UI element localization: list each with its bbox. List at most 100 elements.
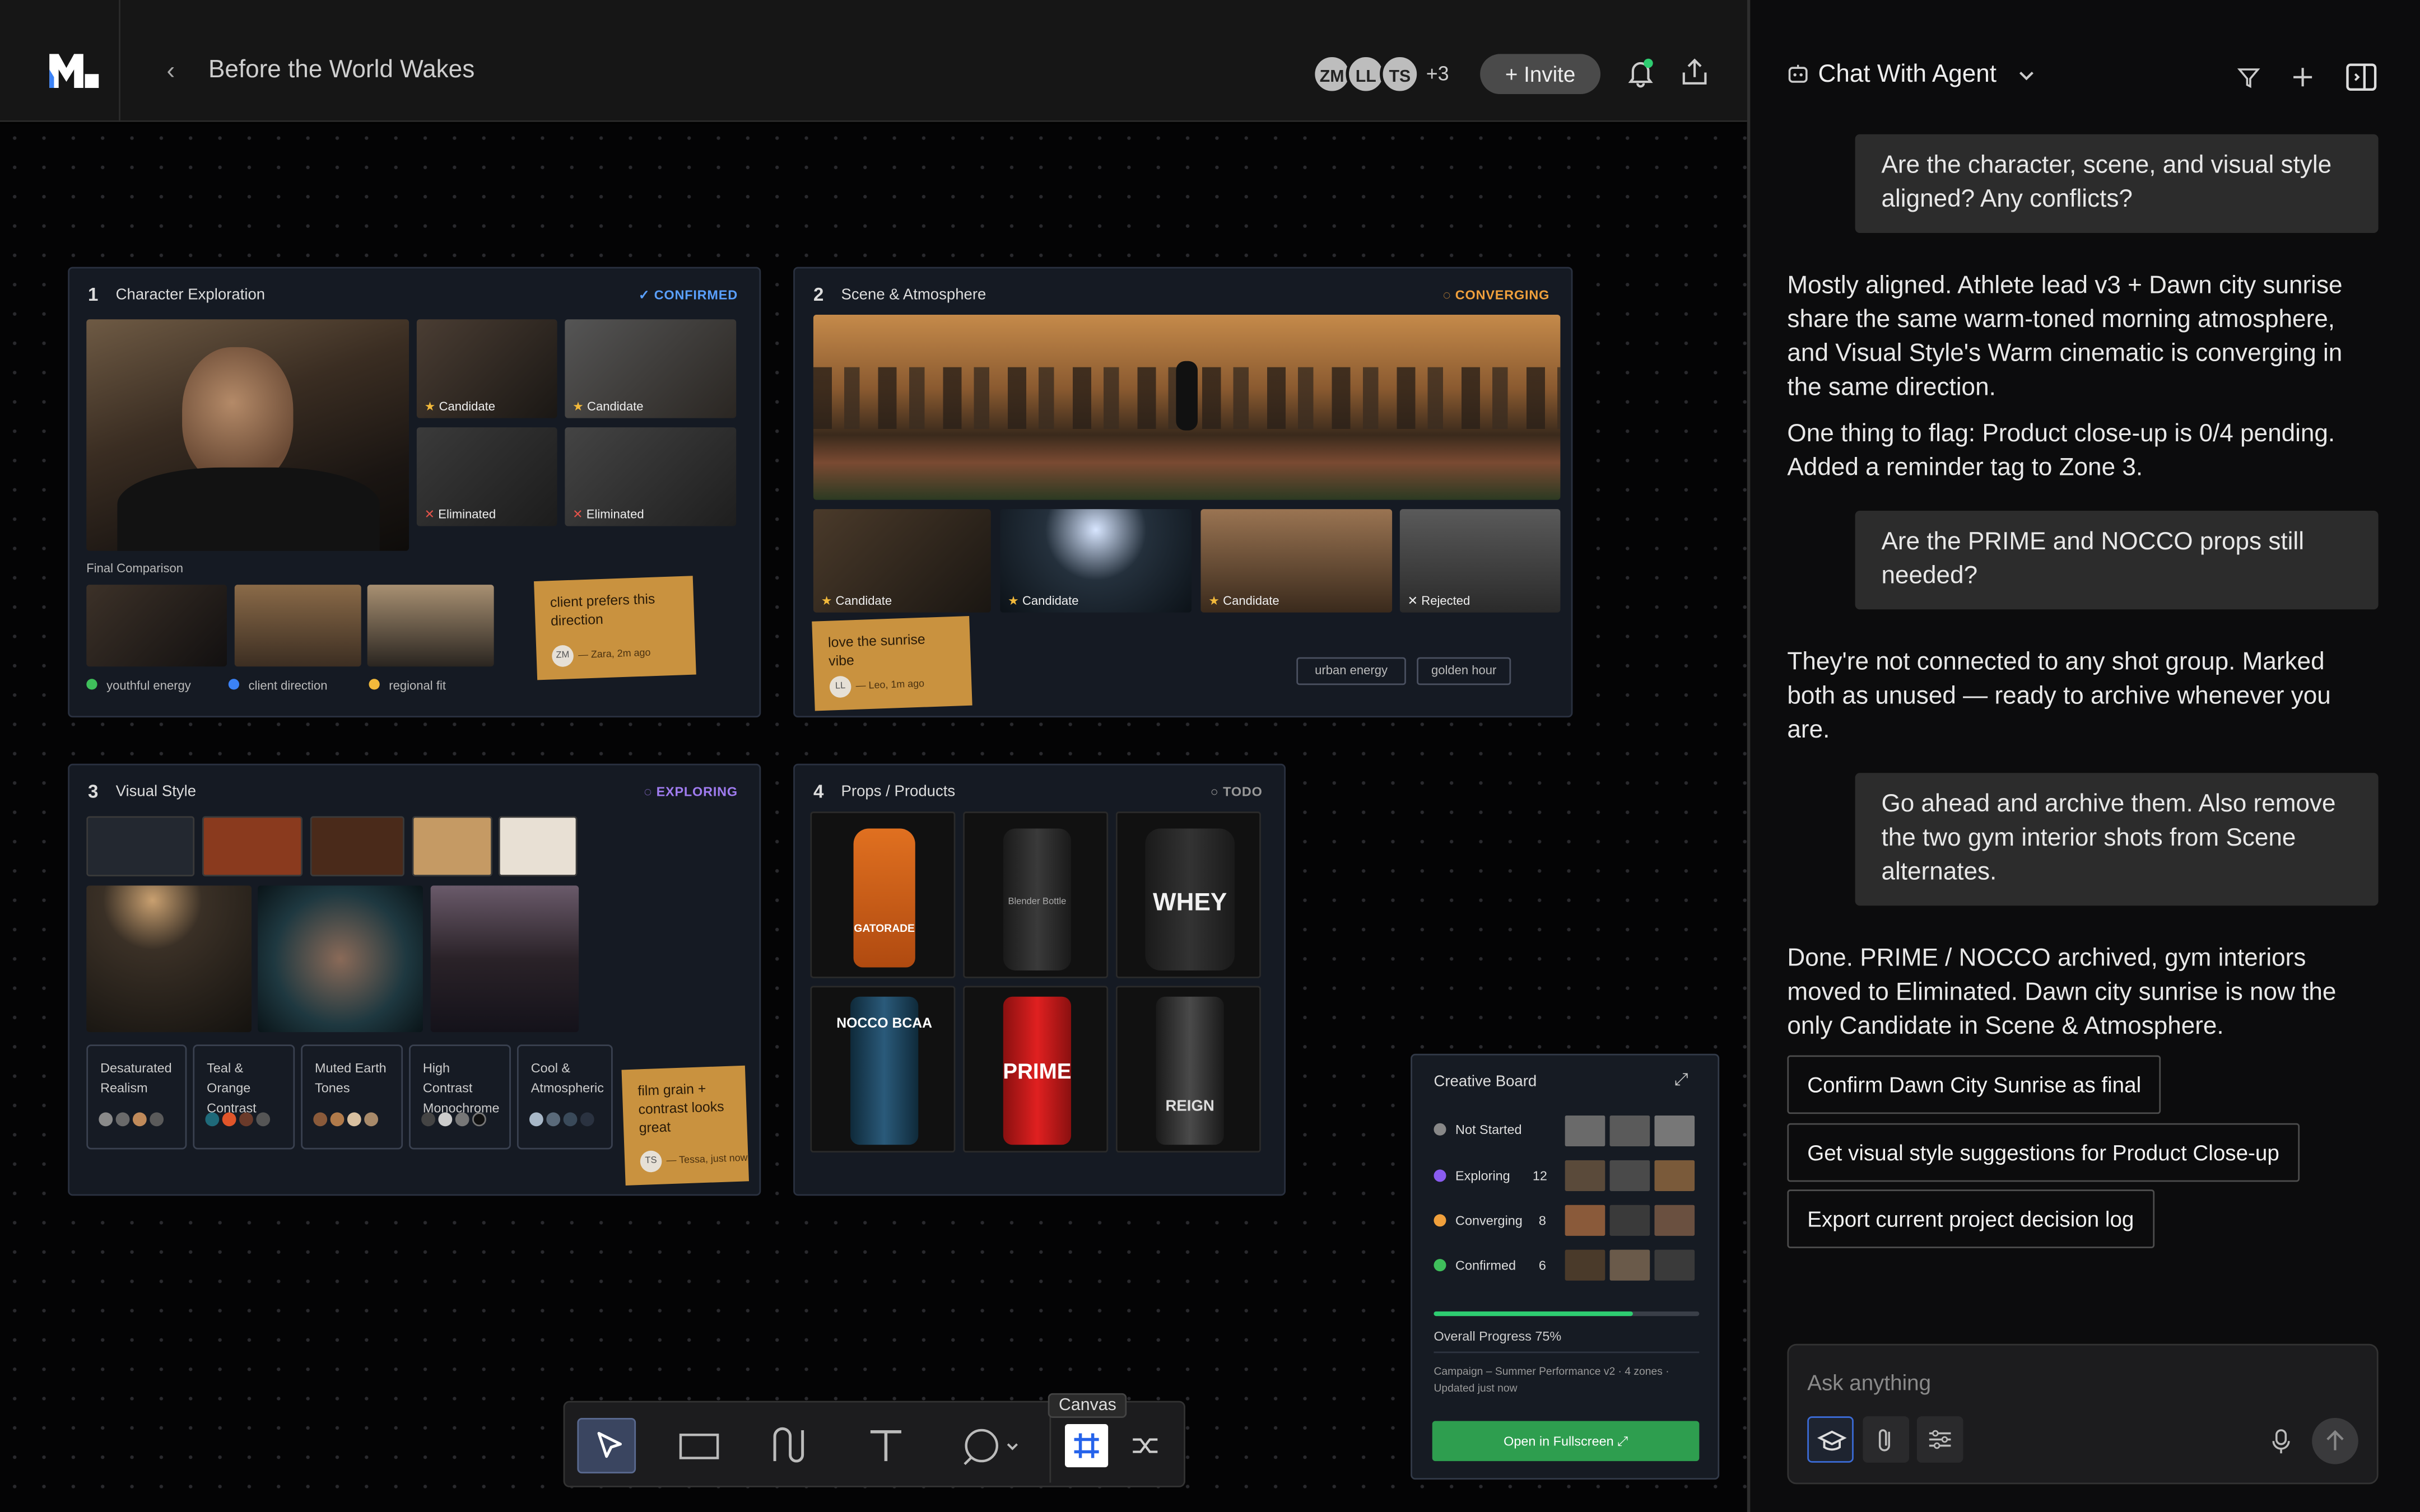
eliminated-image[interactable]: ✕ Eliminated bbox=[565, 427, 737, 526]
final-image[interactable] bbox=[234, 585, 361, 667]
bell-icon[interactable] bbox=[1625, 57, 1656, 88]
thumbnail[interactable] bbox=[1609, 1115, 1650, 1147]
zone-title: Props / Products bbox=[841, 783, 956, 801]
app-logo[interactable] bbox=[46, 51, 99, 91]
progress-track bbox=[1434, 1311, 1700, 1317]
status-badge: ◌ EXPLORING bbox=[644, 783, 738, 800]
sticky-note[interactable]: love the sunrise vibe LL — Leo, 1m ago bbox=[812, 615, 972, 711]
thumbnail[interactable] bbox=[1654, 1205, 1695, 1236]
chat-title[interactable]: Chat With Agent bbox=[1818, 62, 1997, 90]
invite-button[interactable]: + Invite bbox=[1480, 54, 1601, 95]
thumbnail[interactable] bbox=[1609, 1160, 1650, 1191]
hero-portrait-image[interactable] bbox=[86, 319, 409, 551]
zone-number: 2 bbox=[813, 283, 824, 306]
thumbnail[interactable] bbox=[1654, 1115, 1695, 1147]
creative-board-panel[interactable]: Creative Board ⤢ Not Started Exploring 12… bbox=[1411, 1053, 1720, 1480]
style-image[interactable] bbox=[86, 885, 252, 1033]
thumbnail[interactable] bbox=[1609, 1249, 1650, 1281]
user-message: Are the PRIME and NOCCO props still need… bbox=[1855, 510, 2379, 610]
suggestion-button[interactable]: Get visual style suggestions for Product… bbox=[1787, 1123, 2300, 1182]
comment-tool-icon[interactable] bbox=[949, 1418, 1026, 1473]
settings-sliders-icon[interactable] bbox=[1916, 1416, 1963, 1463]
thumbnail[interactable] bbox=[1609, 1205, 1650, 1236]
chat-input-box[interactable] bbox=[1787, 1343, 2379, 1485]
style-card[interactable]: Desaturated Realism bbox=[86, 1044, 187, 1150]
color-swatch[interactable] bbox=[86, 816, 195, 876]
more-collaborators[interactable]: +3 bbox=[1426, 62, 1449, 85]
user-message: Are the character, scene, and visual sty… bbox=[1855, 134, 2379, 234]
send-icon[interactable] bbox=[2312, 1417, 2358, 1464]
status-badge: ◌ CONVERGING bbox=[1442, 287, 1550, 302]
candidate-image[interactable]: ★ Candidate bbox=[565, 319, 737, 418]
color-swatch[interactable] bbox=[498, 816, 578, 876]
candidate-image[interactable]: ★ Candidate bbox=[1000, 509, 1192, 613]
shuffle-icon[interactable] bbox=[1124, 1424, 1167, 1467]
thumbnail[interactable] bbox=[1654, 1160, 1695, 1191]
share-icon[interactable] bbox=[1679, 57, 1710, 88]
style-card[interactable]: Muted Earth Tones bbox=[301, 1044, 403, 1150]
candidate-image[interactable]: ★ Candidate bbox=[416, 319, 557, 418]
style-card[interactable]: High Contrast Monochrome bbox=[409, 1044, 511, 1150]
microphone-icon[interactable] bbox=[2269, 1427, 2293, 1455]
suggestion-button[interactable]: Export current project decision log bbox=[1787, 1189, 2154, 1248]
thumbnail[interactable] bbox=[1565, 1160, 1605, 1191]
zone-scene-atmosphere[interactable]: 2 Scene & Atmosphere ◌ CONVERGING ★ Cand… bbox=[793, 267, 1573, 718]
product-image[interactable]: PRIME bbox=[963, 986, 1109, 1153]
color-swatch[interactable] bbox=[202, 816, 302, 876]
filter-icon[interactable] bbox=[2235, 63, 2263, 91]
graduation-cap-icon[interactable] bbox=[1807, 1416, 1854, 1463]
zone-visual-style[interactable]: 3 Visual Style ◌ EXPLORING Desaturated R… bbox=[68, 763, 761, 1196]
open-fullscreen-button[interactable]: Open in Fullscreen ⤢ bbox=[1432, 1421, 1700, 1462]
eliminated-image[interactable]: ✕ Eliminated bbox=[416, 427, 557, 526]
sticky-note[interactable]: client prefers this direction ZM — Zara, 2… bbox=[534, 576, 696, 680]
style-card[interactable]: Teal & Orange Contrast bbox=[193, 1044, 295, 1150]
back-icon[interactable]: ‹ bbox=[167, 59, 189, 87]
thumbnail[interactable] bbox=[1565, 1249, 1605, 1281]
product-image[interactable]: Blender Bottle bbox=[963, 811, 1109, 978]
product-image[interactable]: REIGN bbox=[1115, 986, 1261, 1153]
divider bbox=[119, 0, 120, 122]
connector-tool-icon[interactable] bbox=[762, 1418, 821, 1473]
tag-chip[interactable]: urban energy bbox=[1296, 657, 1406, 685]
style-card[interactable]: Cool & Atmospheric bbox=[516, 1044, 613, 1150]
product-image[interactable]: GATORADE bbox=[810, 811, 956, 978]
suggestion-button[interactable]: Confirm Dawn City Sunrise as final bbox=[1787, 1055, 2161, 1114]
product-image[interactable]: NOCCO BCAA bbox=[810, 986, 956, 1153]
text-tool-icon[interactable] bbox=[857, 1418, 915, 1473]
candidate-image[interactable]: ★ Candidate bbox=[1200, 509, 1393, 613]
chat-input[interactable]: Ask anything bbox=[1807, 1370, 1931, 1395]
legend-item: regional fit bbox=[369, 679, 446, 693]
candidate-image[interactable]: ★ Candidate bbox=[813, 509, 991, 613]
zone-props-products[interactable]: 4 Props / Products ○ TODO GATORADE Blend… bbox=[793, 763, 1286, 1196]
final-image[interactable] bbox=[86, 585, 227, 667]
color-swatch[interactable] bbox=[412, 816, 492, 876]
thumbnail[interactable] bbox=[1565, 1115, 1605, 1147]
zone-number: 1 bbox=[88, 283, 99, 306]
status-badge: ✓ CONFIRMED bbox=[638, 287, 738, 302]
style-image[interactable] bbox=[430, 885, 579, 1033]
expand-icon[interactable]: ⤢ bbox=[1674, 1071, 1688, 1091]
divider bbox=[1434, 1351, 1700, 1354]
color-swatch[interactable] bbox=[310, 816, 404, 876]
zone-title: Visual Style bbox=[115, 783, 197, 801]
select-tool-icon[interactable] bbox=[577, 1417, 636, 1474]
rectangle-tool-icon[interactable] bbox=[670, 1418, 729, 1473]
scene-hero-image[interactable] bbox=[813, 315, 1561, 500]
zone-number: 3 bbox=[88, 781, 99, 802]
plus-icon[interactable] bbox=[2289, 63, 2317, 91]
sticky-note[interactable]: film grain + contrast looks great TS — Tes… bbox=[621, 1065, 750, 1186]
chevron-down-icon[interactable] bbox=[2016, 65, 2037, 87]
style-image[interactable] bbox=[258, 885, 423, 1033]
rejected-image[interactable]: ✕ Rejected bbox=[1399, 509, 1561, 613]
thumbnail[interactable] bbox=[1565, 1205, 1605, 1236]
avatar[interactable]: TS bbox=[1380, 54, 1420, 95]
product-image[interactable]: WHEY bbox=[1115, 811, 1261, 978]
board-meta: Campaign – Summer Performance v2 · 4 zon… bbox=[1434, 1367, 1669, 1396]
final-image[interactable] bbox=[367, 585, 494, 667]
tag-chip[interactable]: golden hour bbox=[1417, 657, 1511, 685]
attachment-icon[interactable] bbox=[1863, 1416, 1910, 1463]
thumbnail[interactable] bbox=[1654, 1249, 1695, 1281]
grid-toggle-icon[interactable] bbox=[1065, 1424, 1109, 1468]
zone-character-exploration[interactable]: 1 Character Exploration ✓ CONFIRMED ★ Ca… bbox=[68, 267, 761, 718]
sidebar-toggle-icon[interactable] bbox=[2344, 60, 2379, 94]
